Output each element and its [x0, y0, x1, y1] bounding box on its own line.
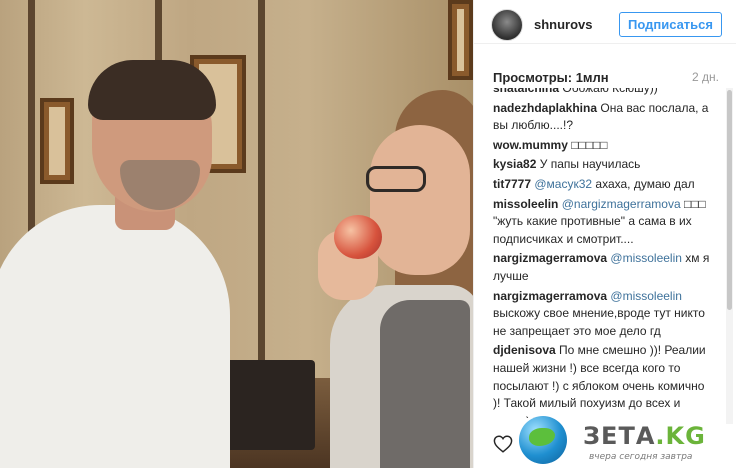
table — [215, 360, 315, 450]
globe-icon — [519, 416, 567, 464]
comment-text: выскожу свое мнение,вроде тут никто не з… — [493, 306, 705, 338]
picture-frame — [40, 98, 74, 184]
views-count: Просмотры: 1млн — [493, 69, 609, 85]
post-actions — [493, 428, 513, 460]
comment-author-link[interactable]: nargizmagerramova — [493, 289, 607, 303]
follow-button[interactable]: Подписаться — [618, 12, 722, 37]
watermark-brand: ЗЕТА.KG — [583, 422, 706, 450]
apple — [334, 215, 382, 259]
comment-author-link[interactable]: wow.mummy — [493, 138, 568, 152]
woman-head — [370, 125, 470, 275]
comment-author-link[interactable]: djdenisova — [493, 343, 556, 357]
avatar[interactable] — [491, 8, 523, 41]
woman-glasses — [366, 166, 426, 192]
comment-item: nargizmagerramova @missoleelin хм я лучш… — [493, 250, 712, 285]
post-age[interactable]: 2 дн. — [692, 70, 719, 84]
comment-mention-link[interactable]: @missoleelin — [610, 289, 682, 303]
comment-text: □□□□□ — [571, 137, 608, 152]
comment-author-link[interactable]: missoleelin — [493, 197, 558, 211]
man-hair — [88, 60, 216, 120]
comment-mention-link[interactable]: @missoleelin — [610, 251, 682, 265]
comment-item: wow.mummy □□□□□ — [493, 137, 712, 155]
watermark-logo: ЗЕТА.KG вчера сегодня завтра — [519, 416, 735, 466]
comments-scrollbar[interactable] — [726, 88, 733, 424]
comment-item: shatalchina Обожаю Ксюшу)) — [493, 88, 712, 98]
woman-vest — [380, 300, 470, 468]
scrollbar-thumb[interactable] — [727, 90, 732, 310]
username-link[interactable]: shnurovs — [534, 17, 593, 32]
comment-item: kysia82 У папы научилась — [493, 156, 712, 174]
comment-author-link[interactable]: kysia82 — [493, 157, 536, 171]
picture-frame — [448, 0, 473, 80]
comment-item: djdenisova По мне смешно ))! Реалии наше… — [493, 342, 712, 418]
comment-author-link[interactable]: shatalchina — [493, 88, 559, 95]
post-header: shnurovs Подписаться — [474, 0, 736, 44]
post-photo[interactable] — [0, 0, 473, 468]
heart-icon[interactable] — [493, 435, 513, 453]
comment-author-link[interactable]: nadezhdaplakhina — [493, 101, 597, 115]
comment-text: ахаха, думаю дал — [595, 176, 695, 191]
comment-author-link[interactable]: tit7777 — [493, 177, 531, 191]
comment-mention-link[interactable]: @nargizmagerramova — [562, 197, 681, 211]
wall-stripe — [258, 0, 265, 380]
comment-item: nadezhdaplakhina Она вас послала, а вы л… — [493, 100, 712, 135]
comment-item: missoleelin @nargizmagerramova □□□ "жуть… — [493, 196, 712, 249]
post-sidebar: shnurovs Подписаться Просмотры: 1млн 2 д… — [473, 0, 736, 468]
comment-text: Обожаю Ксюшу)) — [562, 88, 658, 95]
comment-text: У папы научилась — [539, 157, 641, 172]
comment-author-link[interactable]: nargizmagerramova — [493, 251, 607, 265]
comments-list[interactable]: shatalchina Обожаю Ксюшу)) nadezhdaplakhi… — [493, 88, 712, 418]
comment-item: nargizmagerramova @missoleelin выскожу с… — [493, 288, 712, 341]
man-shirt — [0, 205, 230, 468]
comment-mention-link[interactable]: @масук32 — [534, 177, 592, 191]
watermark-slogan: вчера сегодня завтра — [589, 452, 693, 462]
comment-item: tit7777 @масук32 ахаха, думаю дал — [493, 176, 712, 194]
